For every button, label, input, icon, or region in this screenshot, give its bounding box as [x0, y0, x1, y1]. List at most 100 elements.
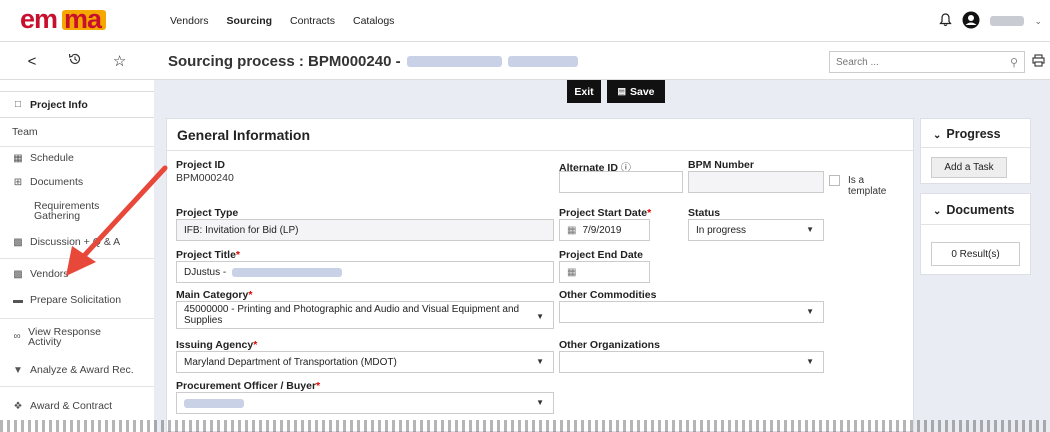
- start-date-input[interactable]: ▦ 7/9/2019: [559, 219, 650, 241]
- handshake-icon: ❖: [13, 400, 23, 412]
- caret-down-icon: ▼: [806, 357, 814, 366]
- add-task-button[interactable]: Add a Task: [931, 157, 1007, 178]
- search-box[interactable]: ⚲: [829, 51, 1025, 73]
- documents-header[interactable]: ⌄ Documents: [933, 203, 1014, 217]
- save-button[interactable]: ▤ Save: [607, 80, 665, 103]
- sidebar-item-vendors[interactable]: ▩ Vendors: [0, 266, 154, 282]
- status-select[interactable]: In progress ▼: [688, 219, 824, 241]
- cropped-edge: [0, 420, 1050, 432]
- redacted-text: [406, 55, 502, 67]
- other-commodities-label: Other Commodities: [559, 289, 657, 301]
- sidebar-item-view-response[interactable]: ∞ View Response Activity: [0, 326, 120, 348]
- caret-down-icon: ▼: [536, 312, 544, 321]
- procurement-officer-select[interactable]: ▼: [176, 392, 554, 414]
- redacted-text: [232, 267, 343, 277]
- sidebar-divider: [0, 318, 154, 319]
- page-icon: □: [14, 99, 22, 110]
- general-information-panel: General Information Project ID BPM000240…: [166, 118, 914, 432]
- panel-divider: [921, 147, 1030, 148]
- sidebar-item-award-contract[interactable]: ❖ Award & Contract: [0, 398, 154, 414]
- sidebar-item-team[interactable]: Team: [0, 124, 154, 140]
- panel-divider: [921, 224, 1030, 225]
- search-input[interactable]: [836, 56, 1010, 68]
- issuing-agency-select[interactable]: Maryland Department of Transportation (M…: [176, 351, 554, 373]
- exit-button[interactable]: Exit: [567, 80, 601, 103]
- panel-divider: [167, 150, 913, 151]
- sidebar-divider: [0, 386, 154, 387]
- issuing-agency-label: Issuing Agency*: [176, 339, 258, 351]
- sidebar-divider: [0, 146, 154, 147]
- documents-panel: ⌄ Documents 0 Result(s): [920, 193, 1031, 275]
- search-icon[interactable]: ⚲: [1010, 56, 1018, 69]
- alternate-id-input[interactable]: [559, 171, 683, 193]
- bell-icon[interactable]: [939, 12, 953, 30]
- sidebar-item-schedule[interactable]: ▦ Schedule: [0, 150, 154, 166]
- chevron-down-icon: ⌄: [933, 206, 942, 217]
- sidebar-divider: [0, 258, 154, 259]
- project-title-input[interactable]: DJustus -: [176, 261, 554, 283]
- other-organizations-label: Other Organizations: [559, 339, 660, 351]
- caret-down-icon: ▼: [806, 225, 814, 234]
- page-title: Sourcing process : BPM000240 -: [168, 42, 578, 80]
- project-type-input[interactable]: IFB: Invitation for Bid (LP): [176, 219, 554, 241]
- redacted-text: [184, 398, 244, 408]
- start-date-label: Project Start Date*: [559, 207, 652, 219]
- project-id-label: Project ID: [176, 159, 226, 171]
- sidebar-item-documents[interactable]: ⊞ Documents: [0, 174, 154, 190]
- sidebar: □ Project Info Team ▦ Schedule ⊞ Documen…: [0, 80, 154, 432]
- bpm-number-input[interactable]: [688, 171, 824, 193]
- nav-vendors[interactable]: Vendors: [170, 15, 209, 27]
- top-bar: em ma Vendors Sourcing Contracts Catalog…: [0, 0, 1050, 42]
- caret-down-icon: ▼: [806, 307, 814, 316]
- folder-icon: ▬: [13, 294, 23, 306]
- main-nav: Vendors Sourcing Contracts Catalogs: [170, 0, 394, 42]
- documents-results: 0 Result(s): [931, 242, 1020, 266]
- sub-bar: < ☆ Sourcing process : BPM000240 - ⚲: [0, 42, 1050, 80]
- svg-text:em: em: [20, 4, 57, 34]
- sidebar-item-analyze-award[interactable]: ▼ Analyze & Award Rec.: [0, 362, 154, 378]
- panel-title: General Information: [177, 127, 311, 143]
- other-commodities-select[interactable]: ▼: [559, 301, 824, 323]
- caret-down-icon: ▼: [536, 357, 544, 366]
- user-icon[interactable]: [962, 11, 980, 32]
- sidebar-item-discussion[interactable]: ▩ Discussion + Q & A: [0, 234, 154, 250]
- bpm-number-label: BPM Number: [688, 159, 754, 171]
- project-title-label: Project Title*: [176, 249, 241, 261]
- calendar-icon[interactable]: ▦: [567, 267, 576, 278]
- redacted-text: [507, 55, 578, 67]
- nav-contracts[interactable]: Contracts: [290, 15, 335, 27]
- chevron-down-icon[interactable]: ⌄: [1034, 16, 1042, 27]
- nav-catalogs[interactable]: Catalogs: [353, 15, 394, 27]
- sidebar-item-prepare-solicitation[interactable]: ▬ Prepare Solicitation: [0, 292, 154, 308]
- print-icon[interactable]: [1032, 54, 1045, 70]
- sidebar-item-requirements[interactable]: Requirements Gathering: [0, 200, 120, 222]
- is-template-label: Is a template: [848, 175, 887, 197]
- toolbar-left: < ☆: [0, 42, 154, 80]
- progress-header[interactable]: ⌄ Progress: [933, 127, 1001, 141]
- main-category-label: Main Category*: [176, 289, 253, 301]
- calendar-icon[interactable]: ▦: [567, 225, 576, 236]
- project-id-value: BPM000240: [176, 172, 234, 184]
- calendar-icon: ▦: [13, 152, 23, 164]
- main-category-select[interactable]: 45000000 - Printing and Photographic and…: [176, 301, 554, 329]
- progress-panel: ⌄ Progress Add a Task: [920, 118, 1031, 184]
- caret-down-icon: ▼: [536, 398, 544, 407]
- truck-icon: ▩: [13, 268, 23, 280]
- document-icon: ⊞: [13, 176, 23, 188]
- other-organizations-select[interactable]: ▼: [559, 351, 824, 373]
- history-icon[interactable]: [68, 52, 82, 70]
- is-template-checkbox[interactable]: [829, 175, 840, 186]
- project-type-label: Project Type: [176, 207, 239, 219]
- nav-sourcing[interactable]: Sourcing: [227, 15, 273, 27]
- sidebar-item-project-info[interactable]: □ Project Info: [0, 91, 154, 118]
- back-button[interactable]: <: [28, 53, 37, 70]
- star-icon[interactable]: ☆: [113, 52, 126, 70]
- status-label: Status: [688, 207, 721, 219]
- user-area: ⌄: [939, 0, 1042, 42]
- end-date-input[interactable]: ▦: [559, 261, 650, 283]
- chat-icon: ▩: [13, 236, 23, 248]
- emma-logo[interactable]: em ma: [14, 4, 154, 34]
- trophy-icon: ▼: [13, 364, 23, 376]
- user-name[interactable]: [990, 16, 1025, 26]
- end-date-label: Project End Date: [559, 249, 644, 261]
